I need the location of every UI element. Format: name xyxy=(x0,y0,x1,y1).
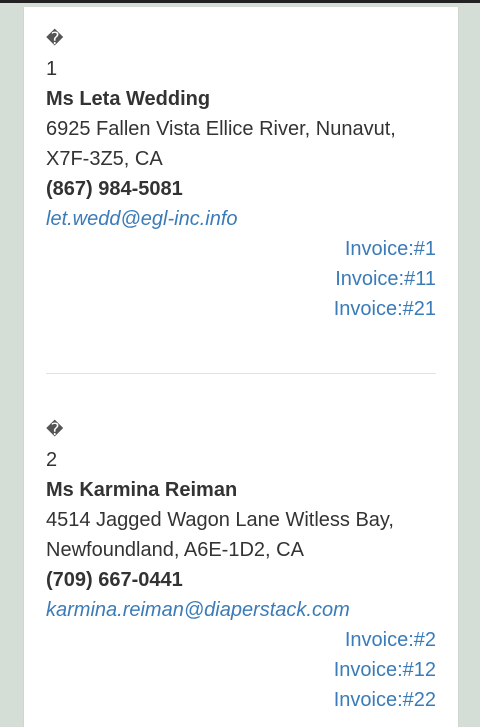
invoice-link[interactable]: Invoice:#21 xyxy=(46,294,436,324)
customer-name: Ms Karmina Reiman xyxy=(46,479,238,501)
invoice-list: Invoice:#2 Invoice:#12 Invoice:#22 xyxy=(46,625,436,715)
invoice-link[interactable]: Invoice:#11 xyxy=(46,264,436,294)
customer-phone: (867) 984-5081 xyxy=(46,178,183,200)
customer-number: 1 xyxy=(46,58,58,80)
customer-email-link[interactable]: let.wedd@egl-inc.info xyxy=(46,204,436,234)
entry-divider xyxy=(46,373,436,374)
customer-name: Ms Leta Wedding xyxy=(46,88,211,110)
customer-address: 6925 Fallen Vista Ellice River, Nunavut,… xyxy=(46,118,396,170)
customer-entry: � 1 Ms Leta Wedding 6925 Fallen Vista El… xyxy=(46,24,436,324)
invoice-link[interactable]: Invoice:#1 xyxy=(46,234,436,264)
top-bar xyxy=(0,0,480,3)
invoice-list: Invoice:#1 Invoice:#11 Invoice:#21 xyxy=(46,234,436,324)
customer-email-link[interactable]: karmina.reiman@diaperstack.com xyxy=(46,595,436,625)
customer-number: 2 xyxy=(46,449,58,471)
missing-glyph-icon: � xyxy=(46,420,64,440)
invoice-link[interactable]: Invoice:#2 xyxy=(46,625,436,655)
customer-list-card: � 1 Ms Leta Wedding 6925 Fallen Vista El… xyxy=(23,7,459,727)
customer-address: 4514 Jagged Wagon Lane Witless Bay, Newf… xyxy=(46,509,394,561)
customer-phone: (709) 667-0441 xyxy=(46,569,183,591)
customer-entry: � 2 Ms Karmina Reiman 4514 Jagged Wagon … xyxy=(46,415,436,715)
invoice-link[interactable]: Invoice:#12 xyxy=(46,655,436,685)
invoice-link[interactable]: Invoice:#22 xyxy=(46,685,436,715)
missing-glyph-icon: � xyxy=(46,29,64,49)
